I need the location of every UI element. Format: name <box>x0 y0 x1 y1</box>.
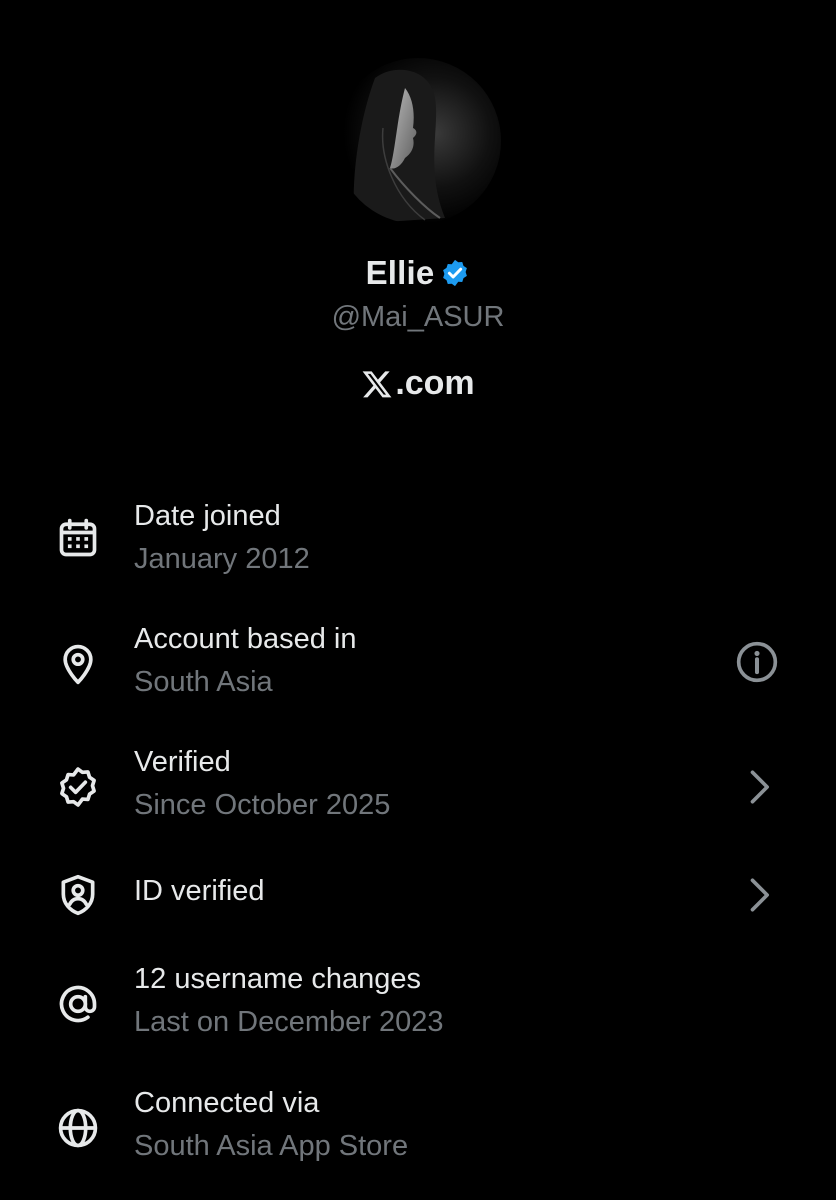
avatar-image <box>335 58 501 224</box>
profile-site[interactable]: .com <box>0 364 836 403</box>
row-subtitle: South Asia <box>134 666 273 698</box>
row-title: Account based in <box>134 623 357 655</box>
verified-badge-icon[interactable] <box>440 258 470 288</box>
globe-icon <box>58 1108 98 1148</box>
profile-handle: @Mai_ASUR <box>331 301 505 333</box>
at-sign-icon <box>59 985 97 1023</box>
location-pin-icon <box>63 644 93 685</box>
verified-badge-outline-icon <box>60 767 96 807</box>
display-name: Ellie <box>365 254 435 291</box>
shield-person-icon <box>61 874 95 916</box>
row-verified[interactable]: Verified Since October 2025 <box>0 746 836 836</box>
x-logo-icon <box>362 370 392 397</box>
row-title: Connected via <box>134 1087 320 1119</box>
calendar-icon <box>59 518 97 557</box>
row-account-based-in: Account based in South Asia <box>0 623 836 713</box>
row-subtitle: South Asia App Store <box>134 1130 409 1162</box>
row-title: Date joined <box>134 500 281 532</box>
row-subtitle: Last on December 2023 <box>134 1006 444 1038</box>
row-title: ID verified <box>134 875 265 907</box>
row-title: 12 username changes <box>134 963 421 995</box>
profile-avatar[interactable] <box>335 58 501 224</box>
row-date-joined: Date joined January 2012 <box>0 500 836 590</box>
chevron-right-icon[interactable] <box>736 873 780 917</box>
row-subtitle: Since October 2025 <box>134 789 391 821</box>
row-title: Verified <box>134 746 231 778</box>
row-subtitle: January 2012 <box>134 543 310 575</box>
chevron-right-icon[interactable] <box>736 765 780 809</box>
row-connected-via: Connected via South Asia App Store <box>0 1087 836 1177</box>
row-username-changes: 12 username changes Last on December 202… <box>0 963 836 1053</box>
profile-name-row: Ellie <box>0 254 836 292</box>
info-icon[interactable] <box>735 640 779 684</box>
site-text: .com <box>395 364 475 402</box>
row-id-verified[interactable]: ID verified <box>0 873 836 965</box>
